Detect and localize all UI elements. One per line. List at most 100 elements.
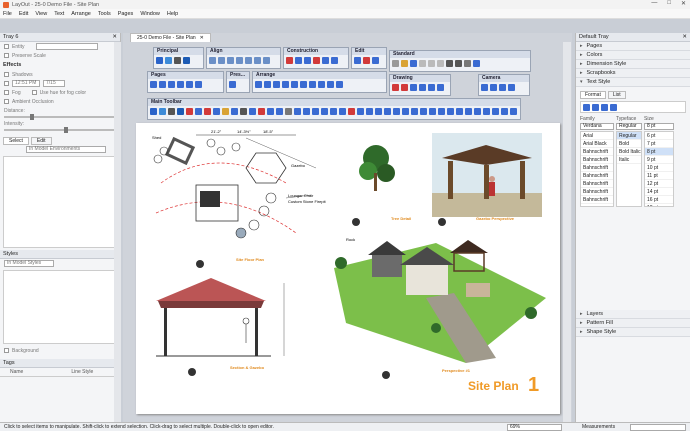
fog-checkbox[interactable]: [4, 90, 9, 95]
main-tool-icon[interactable]: [411, 108, 418, 115]
undo-icon[interactable]: [446, 60, 453, 67]
align-text-center-icon[interactable]: [592, 104, 599, 111]
perspective-rendering[interactable]: [334, 240, 546, 363]
main-tool-icon[interactable]: [294, 108, 301, 115]
offset-tool-icon[interactable]: [331, 57, 338, 64]
sun-checkbox[interactable]: [4, 81, 9, 86]
align-text-left-icon[interactable]: [583, 104, 590, 111]
align-text-right-icon[interactable]: [601, 104, 608, 111]
main-tool-icon[interactable]: [393, 108, 400, 115]
open-icon[interactable]: [401, 60, 408, 67]
label-icon[interactable]: [410, 84, 417, 91]
main-tool-icon[interactable]: [222, 108, 229, 115]
justify-icon[interactable]: [610, 104, 617, 111]
size-item[interactable]: 8 pt: [645, 148, 673, 156]
env-list[interactable]: [3, 156, 117, 248]
camera-zoom-icon[interactable]: [499, 84, 506, 91]
label-rock[interactable]: Rock: [346, 237, 355, 242]
typeface-item[interactable]: Regular: [617, 132, 641, 140]
main-tool-icon[interactable]: [168, 108, 175, 115]
size-item[interactable]: 6 pt: [645, 132, 673, 140]
main-tool-icon[interactable]: [402, 108, 409, 115]
background-checkbox[interactable]: [4, 348, 9, 353]
section-colors[interactable]: ▸ Colors: [576, 51, 690, 60]
section-text-style[interactable]: ▾ Text Style: [576, 78, 690, 87]
distance-slider-thumb[interactable]: [30, 114, 34, 120]
menu-text[interactable]: Text: [54, 11, 64, 17]
main-tool-icon[interactable]: [303, 108, 310, 115]
delete-page-icon[interactable]: [186, 81, 193, 88]
present-icon[interactable]: [229, 81, 236, 88]
main-tool-icon[interactable]: [348, 108, 355, 115]
size-item[interactable]: 7 pt: [645, 140, 673, 148]
font-family-item[interactable]: Arial: [581, 132, 613, 140]
main-tool-icon[interactable]: [465, 108, 472, 115]
align-right-icon[interactable]: [227, 57, 234, 64]
orbit-icon[interactable]: [481, 84, 488, 91]
styles-list[interactable]: [3, 270, 117, 344]
entity-checkbox[interactable]: [4, 44, 9, 49]
menu-file[interactable]: File: [3, 11, 12, 17]
caption-gazebo[interactable]: Gazebo Perspective: [476, 216, 515, 221]
size-item[interactable]: 11 pt: [645, 172, 673, 180]
menu-arrange[interactable]: Arrange: [71, 11, 91, 17]
typeface-input[interactable]: Regular: [616, 123, 642, 130]
menu-pages[interactable]: Pages: [118, 11, 134, 17]
page-list-icon[interactable]: [195, 81, 202, 88]
main-tool-icon[interactable]: [330, 108, 337, 115]
main-tool-icon[interactable]: [339, 108, 346, 115]
sheet-title[interactable]: Site Plan: [468, 379, 519, 393]
typeface-item[interactable]: Bold: [617, 140, 641, 148]
pan-tool-icon[interactable]: [183, 57, 190, 64]
main-tool-icon[interactable]: [249, 108, 256, 115]
right-tray-close-icon[interactable]: ✕: [682, 34, 687, 40]
document-tab[interactable]: 25-0 Demo File - Site Plan ✕: [130, 33, 211, 42]
main-tool-icon[interactable]: [384, 108, 391, 115]
font-family-item[interactable]: Bahnschrift: [581, 196, 613, 204]
table-icon[interactable]: [428, 84, 435, 91]
main-tool-icon[interactable]: [186, 108, 193, 115]
section-pattern-fill[interactable]: ▸ Pattern Fill: [576, 319, 690, 328]
section-layers[interactable]: ▸ Layers: [576, 310, 690, 319]
style-tool-icon[interactable]: [174, 57, 181, 64]
main-tool-icon[interactable]: [438, 108, 445, 115]
main-tool-icon[interactable]: [510, 108, 517, 115]
distance-slider[interactable]: [4, 114, 116, 120]
entity-select[interactable]: [35, 43, 98, 50]
copy-icon[interactable]: [428, 60, 435, 67]
font-family-item[interactable]: Bahnschrift: [581, 156, 613, 164]
section-dimension-style[interactable]: ▸ Dimension Style: [576, 60, 690, 69]
main-tool-icon[interactable]: [285, 108, 292, 115]
left-tray-scrollbar[interactable]: [114, 42, 121, 422]
main-tool-icon[interactable]: [159, 108, 166, 115]
main-tool-icon[interactable]: [420, 108, 427, 115]
menu-edit[interactable]: Edit: [19, 11, 28, 17]
caption-tree[interactable]: Tree Detail: [391, 216, 411, 221]
intensity-slider-thumb[interactable]: [64, 127, 68, 133]
main-tool-icon[interactable]: [321, 108, 328, 115]
group-icon[interactable]: [273, 81, 280, 88]
text-icon[interactable]: [437, 84, 444, 91]
align-left-icon[interactable]: [209, 57, 216, 64]
unlock-icon[interactable]: [300, 81, 307, 88]
section-scrapbooks[interactable]: ▸ Scrapbooks: [576, 69, 690, 78]
font-family-item[interactable]: Bahnschrift: [581, 172, 613, 180]
select-tool-icon[interactable]: [156, 57, 163, 64]
freehand-icon[interactable]: [392, 84, 399, 91]
section-shape-style[interactable]: ▸ Shape Style: [576, 328, 690, 337]
main-tool-icon[interactable]: [231, 108, 238, 115]
duplicate-page-icon[interactable]: [177, 81, 184, 88]
split-tool-icon[interactable]: [354, 57, 361, 64]
polygon-tool-icon[interactable]: [322, 57, 329, 64]
dimension-icon[interactable]: [419, 84, 426, 91]
font-family-item[interactable]: Arial Black: [581, 140, 613, 148]
main-tool-icon[interactable]: [447, 108, 454, 115]
align-center-icon[interactable]: [218, 57, 225, 64]
caption-site-floor[interactable]: Site Floor Plan: [236, 257, 265, 262]
menu-tools[interactable]: Tools: [98, 11, 111, 17]
main-tool-icon[interactable]: [267, 108, 274, 115]
gazebo-perspective-image[interactable]: [432, 133, 542, 217]
align-middle-icon[interactable]: [245, 57, 252, 64]
section-drawing[interactable]: [156, 278, 285, 357]
size-item[interactable]: 9 pt: [645, 156, 673, 164]
